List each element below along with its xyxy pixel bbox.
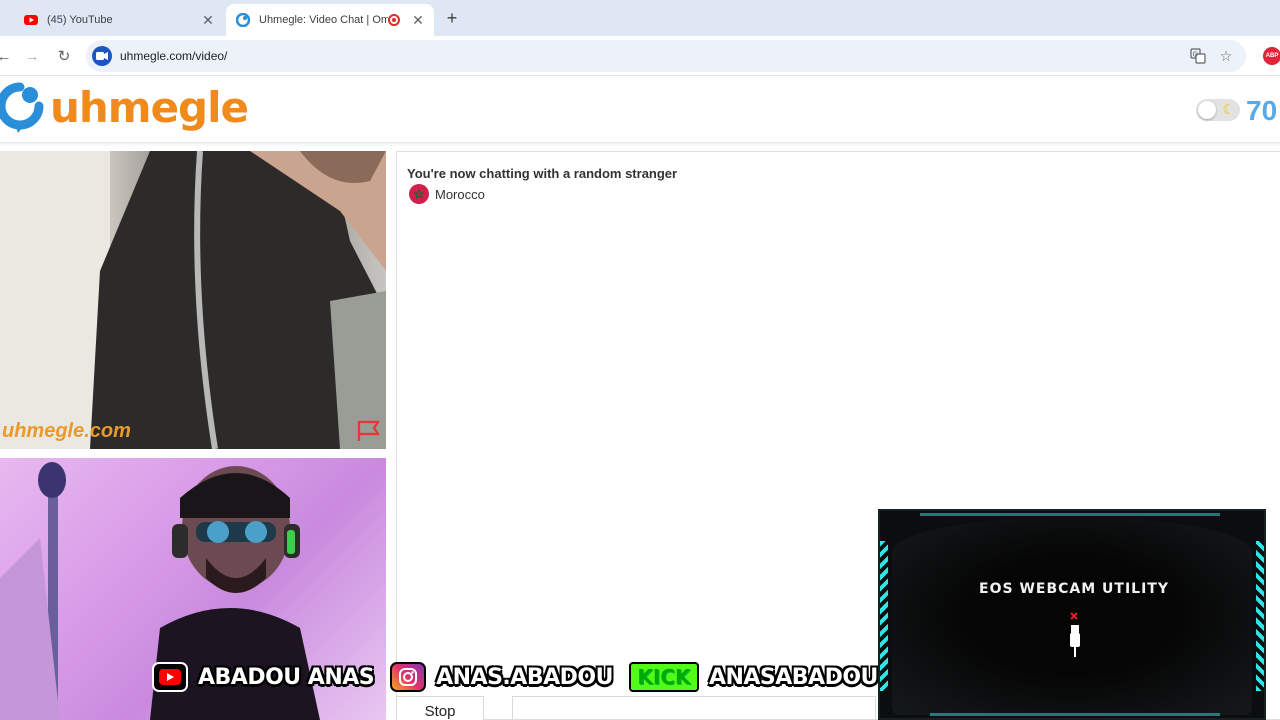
youtube-icon (23, 12, 39, 28)
stranger-country: Morocco (409, 184, 485, 204)
kick-handle: ANASABADOU (708, 664, 878, 690)
country-name: Morocco (435, 186, 485, 202)
reload-icon[interactable]: ↻ (54, 46, 74, 66)
instagram-logo-icon (390, 662, 427, 692)
usb-disconnected-icon (1068, 611, 1082, 664)
moon-icon: ☾ (1222, 101, 1235, 117)
frame-accent (920, 513, 1220, 516)
message-input[interactable] (512, 696, 876, 720)
toggle-knob (1198, 101, 1216, 119)
bookmark-star-icon[interactable]: ☆ (1216, 46, 1236, 66)
site-info-icon[interactable] (92, 46, 112, 66)
stranger-video: uhmegle.com (0, 151, 386, 449)
recording-indicator-icon (388, 14, 400, 26)
tab-uhmegle[interactable]: Uhmegle: Video Chat | Ome ✕ (226, 4, 434, 36)
kick-logo-icon: KICK (628, 662, 699, 692)
eos-webcam-utility-panel: EOS WEBCAM UTILITY (878, 509, 1266, 720)
morocco-flag-icon (409, 184, 429, 204)
address-bar[interactable]: uhmegle.com/video/ G ☆ (86, 40, 1246, 72)
report-flag-icon[interactable] (356, 419, 382, 448)
back-arrow-icon[interactable]: ← (0, 46, 14, 66)
chat-status-message: You're now chatting with a random strang… (407, 166, 678, 181)
site-header: uhmegle ☾ 70 (0, 77, 1280, 143)
new-tab-button[interactable]: + (442, 8, 462, 28)
browser-toolbar: ← → ↻ uhmegle.com/video/ G ☆ (0, 36, 1280, 76)
frame-stripes-right (1256, 541, 1264, 691)
adblock-extension-icon[interactable]: ABP (1263, 47, 1280, 65)
online-user-count: 70 (1246, 95, 1278, 126)
dark-mode-toggle[interactable]: ☾ (1196, 99, 1240, 121)
close-tab-icon[interactable]: ✕ (200, 12, 216, 28)
tab-strip: ▾ (45) YouTube ✕ Uhmegle: Video Chat | O… (0, 0, 1280, 36)
uhmegle-watermark: uhmegle.com (2, 420, 131, 442)
frame-stripes-left (880, 541, 888, 691)
uhmegle-logo-icon[interactable] (0, 81, 46, 142)
site-logo-text[interactable]: uhmegle (50, 83, 249, 132)
streamer-social-overlay: ABADOU ANAS ANAS.ABADOU KICK ANASABADOU (152, 660, 894, 694)
eos-title: EOS WEBCAM UTILITY (979, 581, 1169, 597)
tab-youtube[interactable]: (45) YouTube ✕ (14, 4, 224, 36)
uhmegle-icon (235, 12, 251, 28)
translate-icon[interactable]: G (1188, 46, 1208, 66)
frame-accent (930, 713, 1220, 716)
tab-title: (45) YouTube (47, 14, 113, 26)
instagram-handle: ANAS.ABADOU (436, 664, 613, 690)
url-text: uhmegle.com/video/ (120, 49, 228, 63)
forward-arrow-icon[interactable]: → (22, 46, 42, 66)
youtube-handle: ABADOU ANAS (198, 664, 375, 690)
close-tab-icon[interactable]: ✕ (410, 12, 426, 28)
stop-button[interactable]: Stop (396, 696, 484, 720)
tab-title: Uhmegle: Video Chat | Ome (259, 14, 388, 26)
svg-text:G: G (1193, 51, 1198, 59)
youtube-logo-icon (152, 662, 188, 692)
